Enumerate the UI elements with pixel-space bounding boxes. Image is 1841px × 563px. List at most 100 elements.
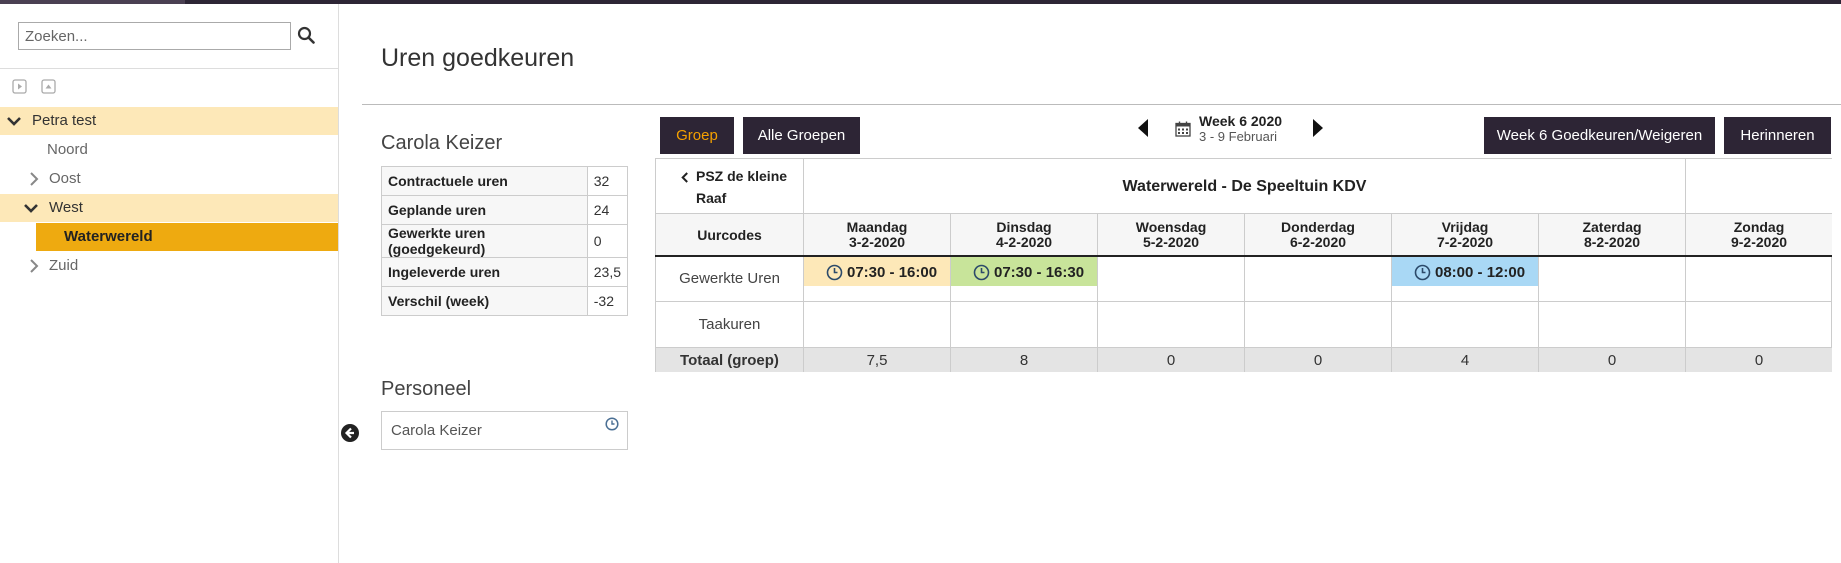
total-cell: 0 xyxy=(1685,347,1832,372)
header-divider xyxy=(362,104,1841,105)
location-header-end xyxy=(1685,158,1832,213)
stats-row: Gewerkte uren (goedgekeurd) 0 xyxy=(381,224,629,258)
chevron-left-icon[interactable] xyxy=(680,172,689,183)
schedule-cell[interactable]: 08:00 - 12:00 xyxy=(1391,255,1538,301)
shift-time: 07:30 - 16:30 xyxy=(994,264,1085,281)
schedule-grid: PSZ de kleine Raaf Waterwereld - De Speel… xyxy=(655,158,1832,372)
shift-block[interactable]: 07:30 - 16:30 xyxy=(951,256,1097,286)
shift-block[interactable]: 08:00 - 12:00 xyxy=(1392,256,1538,286)
total-cell: 7,5 xyxy=(803,347,950,372)
total-value: 7,5 xyxy=(866,352,888,369)
schedule-cell[interactable]: 07:30 - 16:30 xyxy=(950,255,1097,301)
week-title: Week 6 2020 xyxy=(1199,113,1283,129)
day-date: 4-2-2020 xyxy=(995,234,1053,250)
tree-item-noord[interactable]: Noord xyxy=(0,136,338,164)
schedule-cell[interactable] xyxy=(803,301,950,347)
group-back-cell[interactable]: PSZ de kleine Raaf xyxy=(655,158,803,213)
stat-value: 24 xyxy=(586,195,629,225)
schedule-cell[interactable] xyxy=(1538,255,1685,301)
schedule-cell[interactable] xyxy=(1244,301,1391,347)
employee-stats-table: Contractuele uren 32 Geplande uren 24 Gewe… xyxy=(381,166,629,316)
row-label-cell: Gewerkte Uren xyxy=(655,255,803,301)
schedule-cell[interactable] xyxy=(1097,301,1244,347)
row-label: Taakuren xyxy=(698,316,761,333)
groep-button[interactable]: Groep xyxy=(660,117,734,154)
stats-row: Verschil (week) -32 xyxy=(381,286,629,316)
tree-item-oost[interactable]: Oost xyxy=(0,165,338,193)
stat-label: Ingeleverde uren xyxy=(381,257,588,287)
schedule-cell[interactable] xyxy=(1097,255,1244,301)
total-cell: 8 xyxy=(950,347,1097,372)
day-date: 3-2-2020 xyxy=(848,234,906,250)
row-label-cell: Taakuren xyxy=(655,301,803,347)
day-date: 9-2-2020 xyxy=(1730,234,1788,250)
arrow-left-circle-icon[interactable] xyxy=(340,423,360,443)
day-date: 8-2-2020 xyxy=(1583,234,1641,250)
total-value: 4 xyxy=(1460,352,1470,369)
chevron-right-icon[interactable] xyxy=(26,258,42,274)
schedule-cell[interactable] xyxy=(1391,301,1538,347)
total-label-cell: Totaal (groep) xyxy=(655,347,803,372)
day-date: 7-2-2020 xyxy=(1436,234,1494,250)
stats-row: Contractuele uren 32 xyxy=(381,166,629,196)
schedule-cell[interactable] xyxy=(950,301,1097,347)
stat-value: 32 xyxy=(586,166,629,196)
day-name: Dinsdag xyxy=(996,219,1052,235)
personeel-name: Carola Keizer xyxy=(391,422,482,439)
personeel-list-item[interactable]: Carola Keizer xyxy=(381,411,628,450)
uurcodes-label: Uurcodes xyxy=(697,227,762,243)
total-cell: 0 xyxy=(1097,347,1244,372)
stat-label: Contractuele uren xyxy=(381,166,588,196)
day-header-zondag: Zondag 9-2-2020 xyxy=(1685,213,1832,255)
schedule-cell[interactable] xyxy=(1244,255,1391,301)
week-range: 3 - 9 Februari xyxy=(1199,129,1278,144)
sidebar: Petra test Noord Oost West Waterwereld Z… xyxy=(0,4,339,563)
total-value: 0 xyxy=(1754,352,1764,369)
tree-item-label: West xyxy=(49,199,83,216)
next-week-icon[interactable] xyxy=(1311,118,1325,138)
schedule-cell[interactable] xyxy=(1685,255,1832,301)
schedule-cell[interactable] xyxy=(1538,301,1685,347)
tree-item-label: Oost xyxy=(49,170,81,187)
chevron-down-icon[interactable] xyxy=(23,200,39,216)
tree-item-petra-test[interactable]: Petra test xyxy=(0,107,338,135)
group-back-label: PSZ de kleine Raaf xyxy=(696,168,788,206)
shift-time: 07:30 - 16:00 xyxy=(847,264,938,281)
collapse-all-icon[interactable] xyxy=(41,79,56,94)
day-header-vrijdag: Vrijdag 7-2-2020 xyxy=(1391,213,1538,255)
tree-item-label: Petra test xyxy=(32,112,97,129)
sidebar-divider xyxy=(0,68,338,69)
previous-week-icon[interactable] xyxy=(1136,118,1150,138)
alle-groepen-button[interactable]: Alle Groepen xyxy=(743,117,860,154)
stat-value: 0 xyxy=(586,224,629,258)
schedule-cell[interactable] xyxy=(1685,301,1832,347)
day-name: Zondag xyxy=(1733,219,1785,235)
tree-item-waterwereld[interactable]: Waterwereld xyxy=(36,223,338,251)
remind-button[interactable]: Herinneren xyxy=(1724,117,1831,154)
chevron-down-icon[interactable] xyxy=(6,113,22,129)
uurcodes-header: Uurcodes xyxy=(655,213,803,255)
tree-item-zuid[interactable]: Zuid xyxy=(0,252,338,280)
day-header-dinsdag: Dinsdag 4-2-2020 xyxy=(950,213,1097,255)
clock-icon xyxy=(1414,264,1431,281)
shift-block[interactable]: 07:30 - 16:00 xyxy=(804,256,950,286)
day-header-maandag: Maandag 3-2-2020 xyxy=(803,213,950,255)
search-icon[interactable] xyxy=(297,26,315,44)
tree-item-label: Noord xyxy=(47,141,88,158)
search-input[interactable] xyxy=(18,22,291,50)
stats-row: Ingeleverde uren 23,5 xyxy=(381,257,629,287)
shift-time: 08:00 - 12:00 xyxy=(1435,264,1526,281)
tree-item-west[interactable]: West xyxy=(0,194,338,222)
schedule-cell[interactable]: 07:30 - 16:00 xyxy=(803,255,950,301)
total-cell: 4 xyxy=(1391,347,1538,372)
expand-all-icon[interactable] xyxy=(12,79,27,94)
day-header-woensdag: Woensdag 5-2-2020 xyxy=(1097,213,1244,255)
page-title: Uren goedkeuren xyxy=(381,44,575,72)
day-header-donderdag: Donderdag 6-2-2020 xyxy=(1244,213,1391,255)
total-value: 0 xyxy=(1166,352,1176,369)
approve-week-button[interactable]: Week 6 Goedkeuren/Weigeren xyxy=(1484,117,1715,154)
day-name: Zaterdag xyxy=(1582,219,1642,235)
tree-item-label: Zuid xyxy=(49,257,79,274)
clock-icon xyxy=(973,264,990,281)
chevron-right-icon[interactable] xyxy=(26,171,42,187)
